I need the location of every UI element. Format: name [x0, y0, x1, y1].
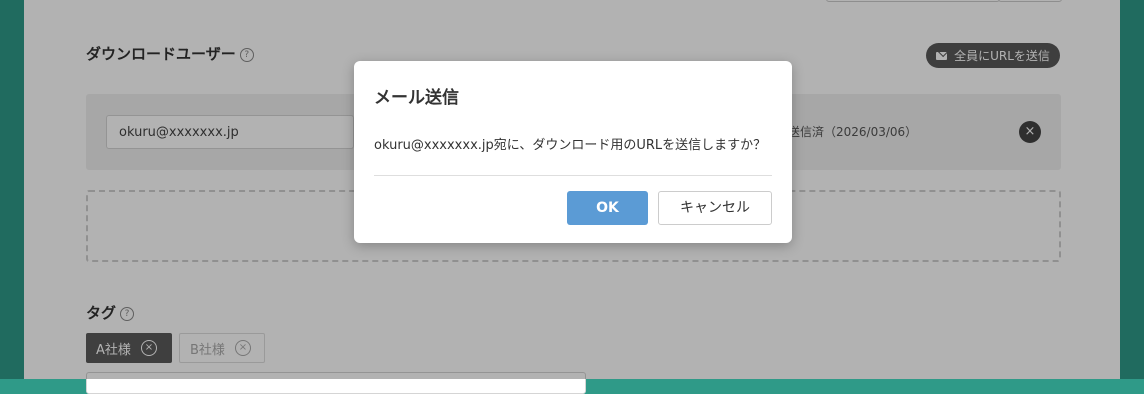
send-mail-dialog: メール送信 okuru@xxxxxxx.jp宛に、ダウンロード用のURLを送信し… — [354, 61, 792, 243]
dialog-title: メール送信 — [374, 88, 459, 108]
dialog-divider — [374, 175, 772, 176]
dialog-message: okuru@xxxxxxx.jp宛に、ダウンロード用のURLを送信しますか？ — [374, 138, 767, 153]
ok-button[interactable]: OK — [567, 191, 648, 225]
cancel-button[interactable]: キャンセル — [658, 191, 772, 225]
